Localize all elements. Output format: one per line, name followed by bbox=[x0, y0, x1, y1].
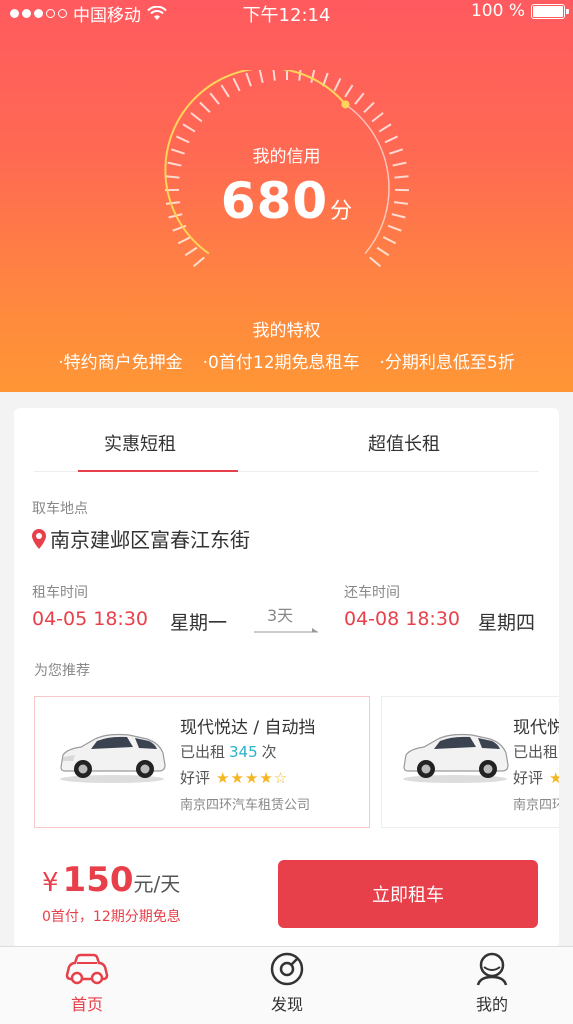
rental-tabs: 实惠短租 超值长租 bbox=[34, 408, 539, 472]
star-rating-icon: ★★★★☆ bbox=[216, 768, 289, 787]
privileges-title: 我的特权 bbox=[252, 321, 321, 341]
car-rented-count: 已出租 345 次 bbox=[180, 741, 277, 762]
pickup-label: 取车地点 bbox=[32, 501, 88, 517]
pickup-location-text: 南京建邺区富春江东街 bbox=[50, 528, 250, 552]
return-weekday: 星期四 bbox=[478, 612, 536, 634]
privilege-item: ·分期利息低至5折 bbox=[379, 353, 515, 373]
credit-score-unit: 分 bbox=[330, 199, 353, 224]
user-icon bbox=[476, 952, 508, 986]
car-company: 南京四环 bbox=[513, 798, 559, 813]
price-note: 0首付，12期分期免息 bbox=[42, 909, 181, 925]
return-time-label: 还车时间 bbox=[344, 585, 400, 601]
car-icon bbox=[65, 953, 109, 985]
car-rating: 好评 ★★★★☆ bbox=[180, 767, 288, 788]
star-rating-icon: ★ bbox=[549, 769, 559, 787]
rent-weekday: 星期一 bbox=[170, 612, 228, 634]
tab-home[interactable]: 首页 bbox=[37, 951, 137, 1015]
car-name: 现代悦达 / 自动挡 bbox=[180, 718, 316, 738]
car-company: 南京四环汽车租赁公司 bbox=[180, 798, 311, 813]
car-rented-number: 345 bbox=[229, 743, 258, 761]
car-name: 现代悦 bbox=[513, 718, 559, 738]
car-card[interactable]: 现代悦达 / 自动挡 已出租 345 次 好评 ★★★★☆ 南京四环汽车租赁公司 bbox=[34, 696, 370, 828]
return-time-value[interactable]: 04-08 18:30 bbox=[344, 608, 460, 630]
tab-short-rent[interactable]: 实惠短租 bbox=[88, 430, 192, 456]
privilege-item: ·0首付12期免息租车 bbox=[202, 353, 360, 373]
price-currency: ¥ bbox=[42, 868, 59, 898]
car-rented-suffix: 次 bbox=[261, 743, 277, 761]
car-rating: 好评 ★ bbox=[513, 767, 559, 788]
compass-icon bbox=[270, 952, 304, 986]
car-rented-count: 已出租 bbox=[513, 743, 559, 761]
recommend-title: 为您推荐 bbox=[34, 663, 90, 679]
rental-duration: 3天 bbox=[267, 606, 294, 625]
price: ¥150元/天 bbox=[42, 860, 180, 900]
car-rating-label: 好评 bbox=[513, 769, 544, 787]
pickup-location[interactable]: 南京建邺区富春江东街 bbox=[32, 524, 250, 553]
tab-long-rent[interactable]: 超值长租 bbox=[352, 430, 456, 456]
battery-percent: 100 % bbox=[470, 1, 525, 21]
car-image bbox=[60, 733, 166, 783]
car-image bbox=[403, 733, 509, 783]
location-pin-icon bbox=[32, 528, 46, 549]
credit-label: 我的信用 bbox=[252, 147, 321, 167]
tab-profile[interactable]: 我的 bbox=[442, 951, 542, 1015]
arrow-right-icon bbox=[254, 628, 318, 633]
header-banner: 中国移动 下午12:14 100 % 我的信用 680分 我的特权 ·特约商户免… bbox=[0, 0, 573, 392]
tab-discover-label: 发现 bbox=[270, 995, 303, 1014]
privilege-item: ·特约商户免押金 bbox=[58, 353, 183, 373]
tab-home-label: 首页 bbox=[70, 995, 103, 1014]
car-rented-prefix: 已出租 bbox=[180, 743, 226, 761]
tab-profile-label: 我的 bbox=[475, 995, 508, 1014]
rental-card: 实惠短租 超值长租 取车地点 南京建邺区富春江东街 租车时间 还车时间 04-0… bbox=[14, 408, 559, 948]
status-bar: 中国移动 下午12:14 100 % bbox=[0, 0, 573, 26]
price-amount: 150 bbox=[62, 860, 134, 900]
rent-time-label: 租车时间 bbox=[32, 585, 88, 601]
privileges-list: ·特约商户免押金 ·0首付12期免息租车 ·分期利息低至5折 bbox=[0, 348, 573, 373]
rent-time-value[interactable]: 04-05 18:30 bbox=[32, 608, 148, 630]
credit-score-value: 680 bbox=[220, 172, 329, 230]
bottom-tab-bar: 首页 发现 我的 bbox=[0, 946, 573, 1024]
rent-now-button[interactable]: 立即租车 bbox=[278, 860, 538, 928]
price-unit: 元/天 bbox=[133, 872, 181, 896]
car-card[interactable]: 现代悦 已出租 好评 ★ 南京四环 bbox=[381, 696, 559, 828]
car-rating-label: 好评 bbox=[180, 769, 211, 787]
credit-score: 680分 bbox=[0, 172, 573, 230]
tab-active-indicator bbox=[78, 470, 238, 472]
battery-icon bbox=[531, 3, 569, 19]
tab-discover[interactable]: 发现 bbox=[237, 951, 337, 1015]
